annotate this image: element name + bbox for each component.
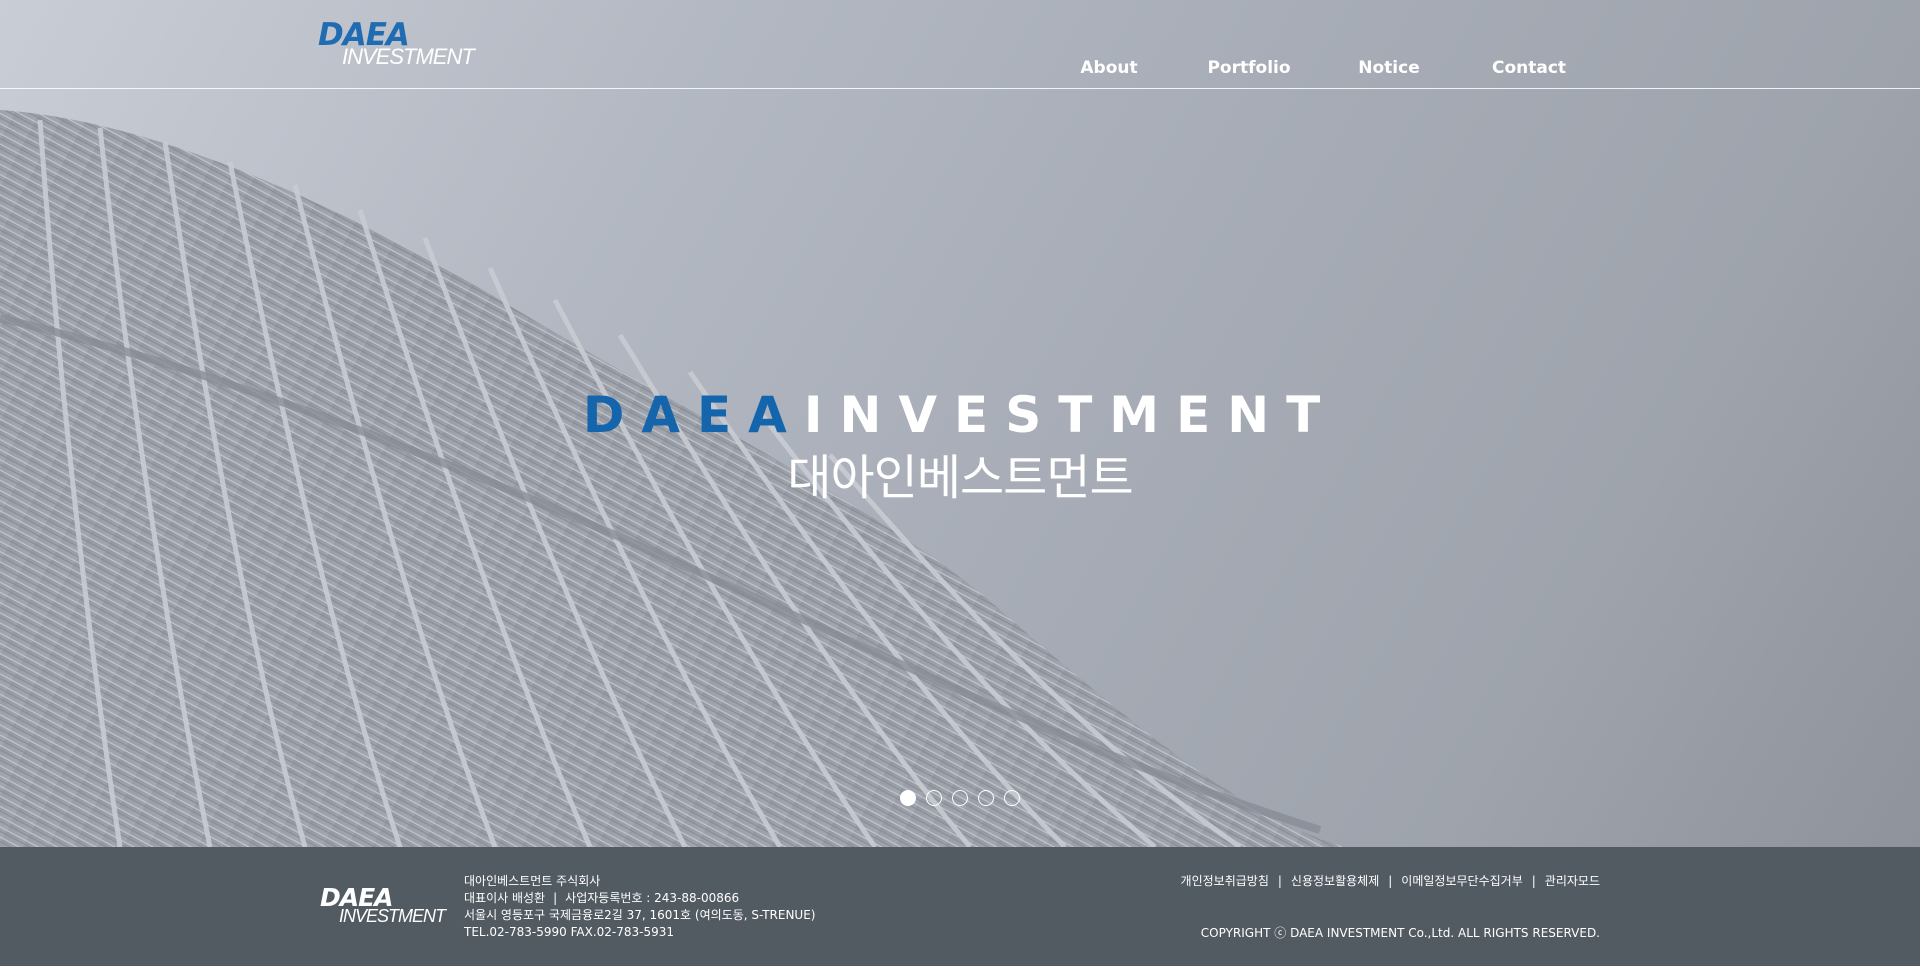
link-divider: | [1531, 874, 1536, 888]
copyright-text: COPYRIGHT ⓒ DAEA INVESTMENT Co.,Ltd. ALL… [1200, 926, 1600, 940]
slider-dot-5[interactable] [1004, 790, 1020, 806]
hero-section: DAEA INVESTMENT About Portfolio Notice C… [0, 0, 1920, 847]
main-nav: About Portfolio Notice Contact [0, 58, 1920, 82]
site-header: DAEA INVESTMENT About Portfolio Notice C… [0, 0, 1920, 89]
hero-title-brand: DAEA [582, 386, 804, 444]
footer-logo-text-bottom: INVESTMENT [339, 906, 446, 926]
link-divider: | [1388, 874, 1393, 888]
nav-portfolio[interactable]: Portfolio [1207, 58, 1290, 78]
slider-dot-4[interactable] [978, 790, 994, 806]
hero-title-word: INVESTMENT [803, 386, 1338, 444]
admin-mode-link[interactable]: 관리자모드 [1545, 874, 1600, 888]
company-name: 대아인베스트먼트 주식회사 [464, 874, 601, 888]
hero-title: DAEAINVESTMENT [0, 387, 1920, 443]
business-number: 사업자등록번호 : 243-88-00866 [565, 891, 740, 905]
hero-subtitle: 대아인베스트먼트 [787, 450, 1133, 506]
footer-links: 개인정보취급방침 | 신용정보활용체제 | 이메일정보무단수집거부 | 관리자모드 [1181, 873, 1600, 891]
slider-pagination [900, 790, 1020, 808]
slider-dot-3[interactable] [952, 790, 968, 806]
company-info: 대아인베스트먼트 주식회사 대표이사 배성환 | 사업자등록번호 : 243-88-… [464, 873, 884, 941]
company-ceo: 대표이사 배성환 [464, 891, 546, 905]
privacy-policy-link[interactable]: 개인정보취급방침 [1181, 874, 1269, 888]
site-footer: DAEA INVESTMENT 대아인베스트먼트 주식회사 대표이사 배성환 | 사… [0, 847, 1920, 966]
link-divider: | [1277, 874, 1282, 888]
nav-notice[interactable]: Notice [1358, 58, 1419, 78]
company-contact: TEL.02-783-5990 FAX.02-783-5931 [464, 925, 675, 939]
slider-dot-2[interactable] [926, 790, 942, 806]
email-refusal-link[interactable]: 이메일정보무단수집거부 [1401, 874, 1522, 888]
info-separator: | [553, 891, 558, 905]
credit-info-link[interactable]: 신용정보활용체제 [1291, 874, 1379, 888]
nav-contact[interactable]: Contact [1492, 58, 1566, 78]
nav-about[interactable]: About [1080, 58, 1137, 78]
company-ceo-line: 대표이사 배성환 | 사업자등록번호 : 243-88-00866 [464, 890, 884, 907]
footer-logo: DAEA INVESTMENT [320, 885, 450, 929]
slider-dot-1[interactable] [900, 790, 916, 806]
company-address: 서울시 영등포구 국제금융로2길 37, 1601호 (여의도동, S-TREN… [464, 908, 816, 922]
